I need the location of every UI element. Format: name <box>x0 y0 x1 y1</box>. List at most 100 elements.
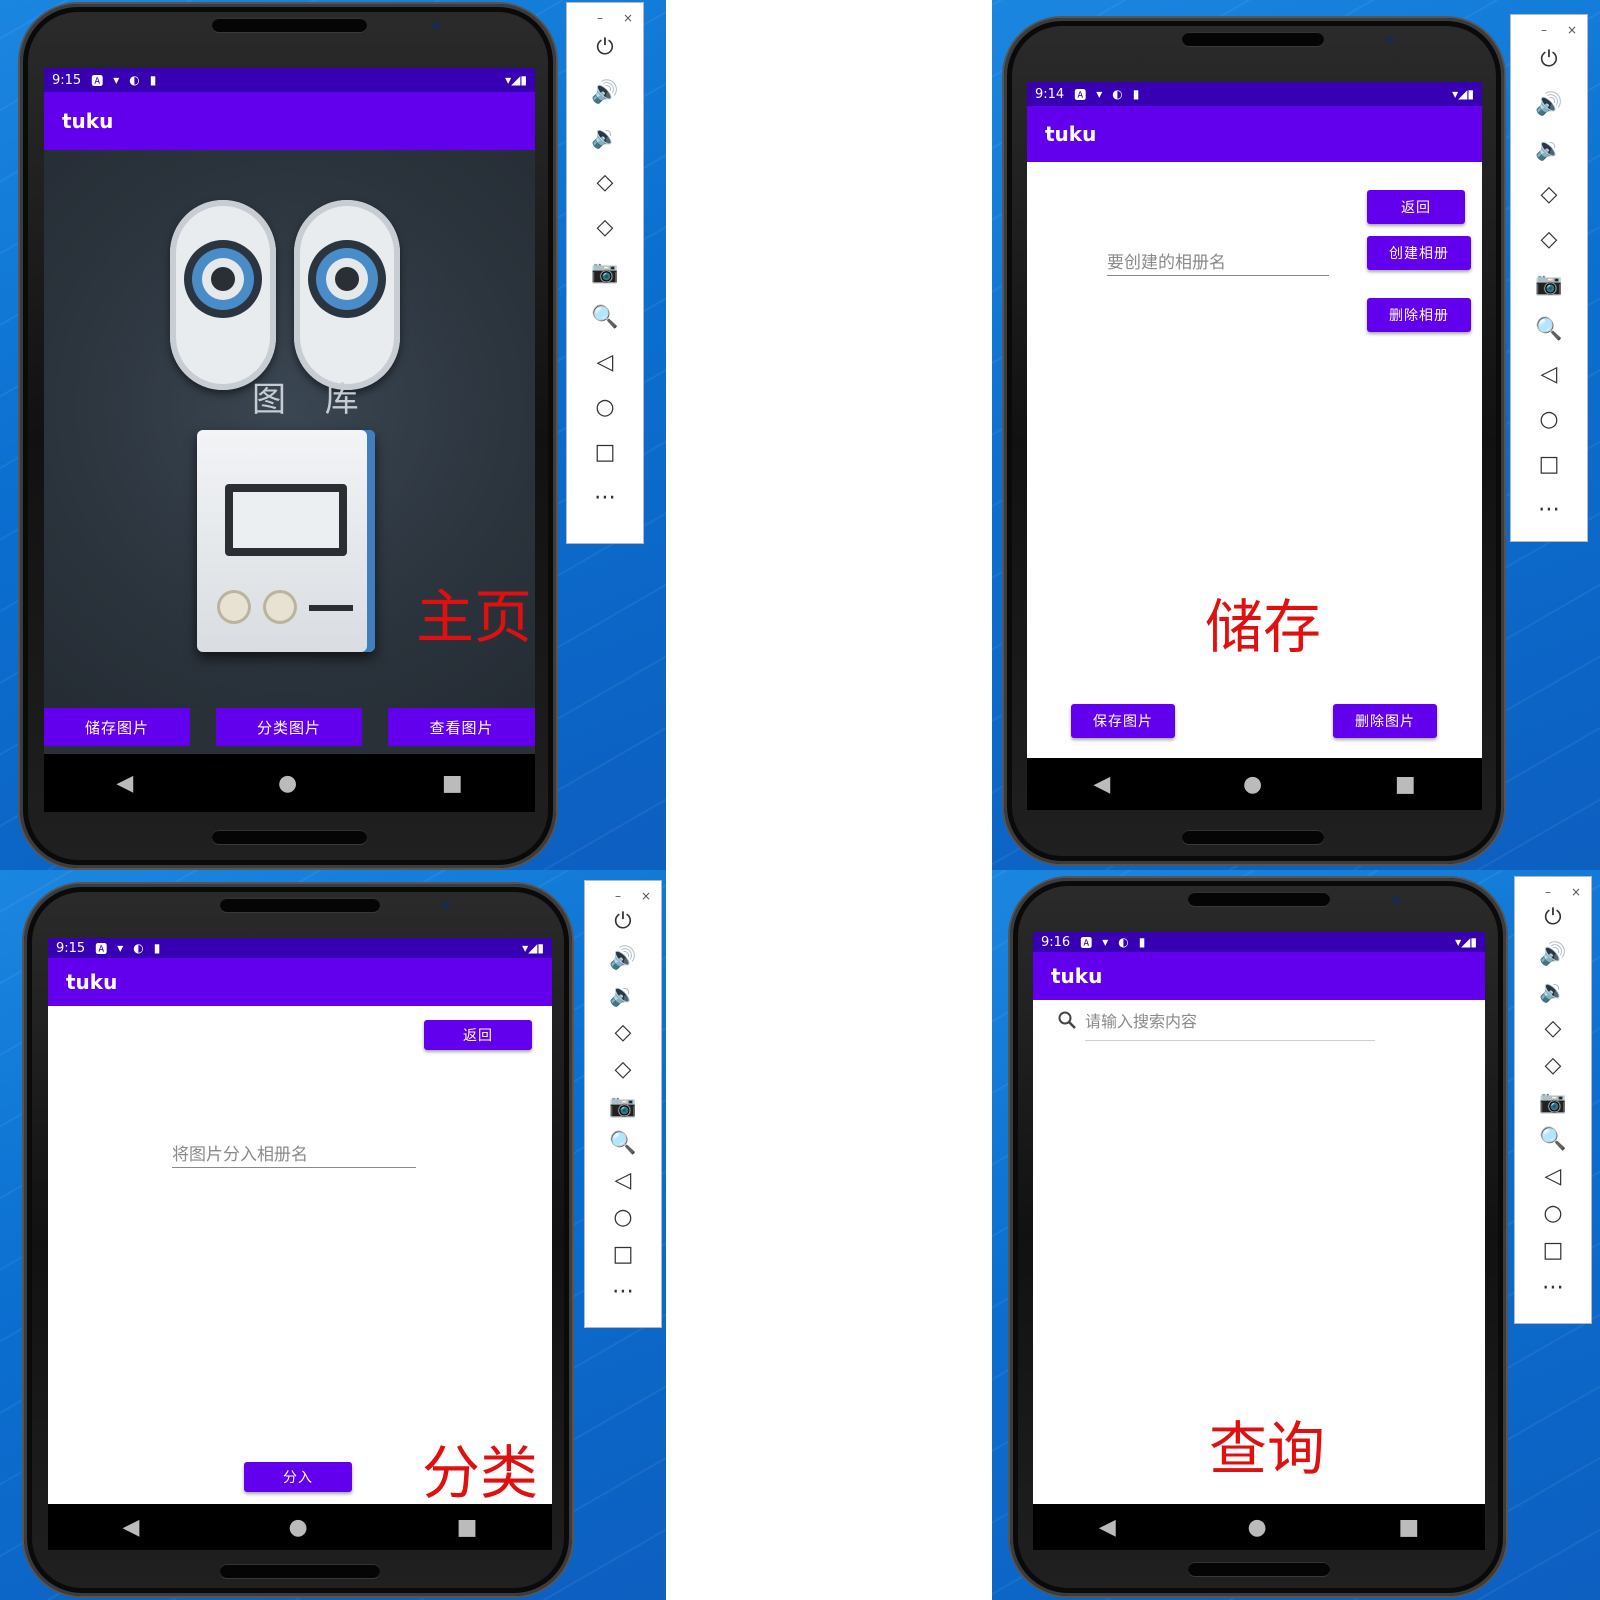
close-icon[interactable]: × <box>641 889 651 903</box>
minimize-icon[interactable]: – <box>615 889 621 903</box>
screenshot-icon[interactable]: 📷 <box>591 250 618 295</box>
signal-battery-icon: ▾◢▮ <box>1452 87 1474 101</box>
home-icon[interactable]: ○ <box>595 385 614 430</box>
power-icon[interactable]: ⏻ <box>596 25 613 70</box>
back-icon[interactable]: ◁ <box>1545 1158 1562 1195</box>
volume-up-icon[interactable]: 🔊 <box>609 940 636 977</box>
close-icon[interactable]: × <box>1567 23 1577 37</box>
notification-icon: 🅰 <box>1074 87 1087 102</box>
rotate-left-icon[interactable]: ◇ <box>1541 172 1558 217</box>
emulator-toolbar-search: – × ⏻ 🔊 🔉 ◇ ◇ 📷 🔍 ◁ ○ □ ⋯ <box>1514 876 1592 1324</box>
recents-icon[interactable]: ■ <box>442 771 463 796</box>
back-icon[interactable]: ◁ <box>1541 352 1558 397</box>
delete-image-button[interactable]: 删除图片 <box>1333 704 1437 738</box>
rotate-right-icon[interactable]: ◇ <box>1545 1047 1562 1084</box>
screen-home: 9:15 🅰 ▾ ◐ ▮ ▾◢▮ tuku 图 库 主页 储存图片 分类图片 查… <box>44 68 535 812</box>
zoom-icon[interactable]: 🔍 <box>609 1125 636 1162</box>
view-images-button[interactable]: 查看图片 <box>388 708 535 746</box>
rotate-left-icon[interactable]: ◇ <box>597 160 614 205</box>
more-icon[interactable]: ⋯ <box>1538 487 1560 532</box>
classify-images-button[interactable]: 分类图片 <box>216 708 362 746</box>
sd-card-icon: ▮ <box>153 941 161 955</box>
wifi-icon: ▾ <box>117 941 124 955</box>
volume-down-icon[interactable]: 🔉 <box>591 115 618 160</box>
album-name-input[interactable]: 将图片分入相册名 <box>172 1140 416 1168</box>
recents-icon[interactable]: ■ <box>457 1515 478 1540</box>
home-icon[interactable]: ● <box>288 1515 307 1540</box>
back-icon[interactable]: ◁ <box>615 1162 632 1199</box>
power-icon[interactable]: ⏻ <box>1544 899 1561 936</box>
close-icon[interactable]: × <box>623 11 633 25</box>
zoom-icon[interactable]: 🔍 <box>1535 307 1562 352</box>
page-label-search: 查询 <box>1209 1415 1326 1483</box>
recents-icon[interactable]: ■ <box>1398 1515 1419 1540</box>
home-icon[interactable]: ○ <box>1543 1195 1562 1232</box>
zoom-icon[interactable]: 🔍 <box>1539 1121 1566 1158</box>
more-icon[interactable]: ⋯ <box>1542 1269 1564 1306</box>
back-icon[interactable]: ◀ <box>116 771 133 796</box>
status-time: 9:15 <box>52 72 82 88</box>
volume-up-icon[interactable]: 🔊 <box>1535 82 1562 127</box>
top-speaker <box>220 898 380 912</box>
sd-card-icon: ▮ <box>149 73 157 87</box>
rotate-left-icon[interactable]: ◇ <box>615 1014 632 1051</box>
home-icon[interactable]: ○ <box>1539 397 1558 442</box>
delete-album-button[interactable]: 删除相册 <box>1367 298 1471 332</box>
assign-button[interactable]: 分入 <box>244 1462 352 1492</box>
rotate-right-icon[interactable]: ◇ <box>597 205 614 250</box>
home-icon[interactable]: ● <box>1247 1515 1266 1540</box>
nav-bar: ◀ ● ■ <box>1027 758 1482 810</box>
emulator-toolbar-home: – × ⏻ 🔊 🔉 ◇ ◇ 📷 🔍 ◁ ○ □ ⋯ <box>566 2 644 544</box>
more-icon[interactable]: ⋯ <box>594 475 616 520</box>
minimize-icon[interactable]: – <box>597 11 603 25</box>
back-icon[interactable]: ◁ <box>597 340 614 385</box>
search-input[interactable]: 请输入搜索内容 <box>1085 1008 1375 1041</box>
rotate-right-icon[interactable]: ◇ <box>615 1051 632 1088</box>
back-icon[interactable]: ◀ <box>1093 772 1110 797</box>
volume-down-icon[interactable]: 🔉 <box>609 977 636 1014</box>
store-images-button[interactable]: 储存图片 <box>44 708 190 746</box>
screen-search: 9:16 🅰 ▾ ◐ ▮ ▾◢▮ tuku 请输入搜索内容 查询 ◀ ● ■ <box>1033 932 1485 1550</box>
minimize-icon[interactable]: – <box>1541 23 1547 37</box>
back-button[interactable]: 返回 <box>1367 190 1465 224</box>
status-bar: 9:14 🅰 ▾ ◐ ▮ ▾◢▮ <box>1027 82 1482 106</box>
volume-down-icon[interactable]: 🔉 <box>1535 127 1562 172</box>
overview-icon[interactable]: □ <box>595 430 616 475</box>
save-image-button[interactable]: 保存图片 <box>1071 704 1175 738</box>
rotate-left-icon[interactable]: ◇ <box>1545 1010 1562 1047</box>
bottom-speaker <box>220 1564 380 1578</box>
create-album-button[interactable]: 创建相册 <box>1367 236 1471 270</box>
back-icon[interactable]: ◀ <box>1099 1515 1116 1540</box>
recorder-machine-icon <box>197 430 375 652</box>
minimize-icon[interactable]: – <box>1545 885 1551 899</box>
overview-icon[interactable]: □ <box>1539 442 1560 487</box>
rotate-right-icon[interactable]: ◇ <box>1541 217 1558 262</box>
app-bar: tuku <box>1033 952 1485 1000</box>
volume-down-icon[interactable]: 🔉 <box>1539 973 1566 1010</box>
volume-up-icon[interactable]: 🔊 <box>1539 936 1566 973</box>
app-title: tuku <box>1051 964 1103 988</box>
home-icon[interactable]: ● <box>1243 772 1262 797</box>
power-icon[interactable]: ⏻ <box>1540 37 1557 82</box>
screenshot-icon[interactable]: 📷 <box>609 1088 636 1125</box>
album-name-input[interactable]: 要创建的相册名 <box>1107 248 1329 276</box>
art-text: 图 库 <box>252 380 373 420</box>
recents-icon[interactable]: ■ <box>1395 772 1416 797</box>
screenshot-icon[interactable]: 📷 <box>1539 1084 1566 1121</box>
overview-icon[interactable]: □ <box>1543 1232 1564 1269</box>
back-button[interactable]: 返回 <box>424 1020 532 1050</box>
overview-icon[interactable]: □ <box>613 1236 634 1273</box>
back-icon[interactable]: ◀ <box>123 1515 140 1540</box>
screenshot-icon[interactable]: 📷 <box>1535 262 1562 307</box>
top-speaker <box>1188 892 1330 906</box>
more-icon[interactable]: ⋯ <box>612 1273 634 1310</box>
wifi-icon: ▾ <box>1096 87 1103 101</box>
home-icon[interactable]: ● <box>278 771 297 796</box>
signal-battery-icon: ▾◢▮ <box>505 73 527 87</box>
close-icon[interactable]: × <box>1571 885 1581 899</box>
power-icon[interactable]: ⏻ <box>614 903 631 940</box>
home-icon[interactable]: ○ <box>613 1199 632 1236</box>
status-time: 9:16 <box>1041 934 1071 950</box>
volume-up-icon[interactable]: 🔊 <box>591 70 618 115</box>
zoom-icon[interactable]: 🔍 <box>591 295 618 340</box>
